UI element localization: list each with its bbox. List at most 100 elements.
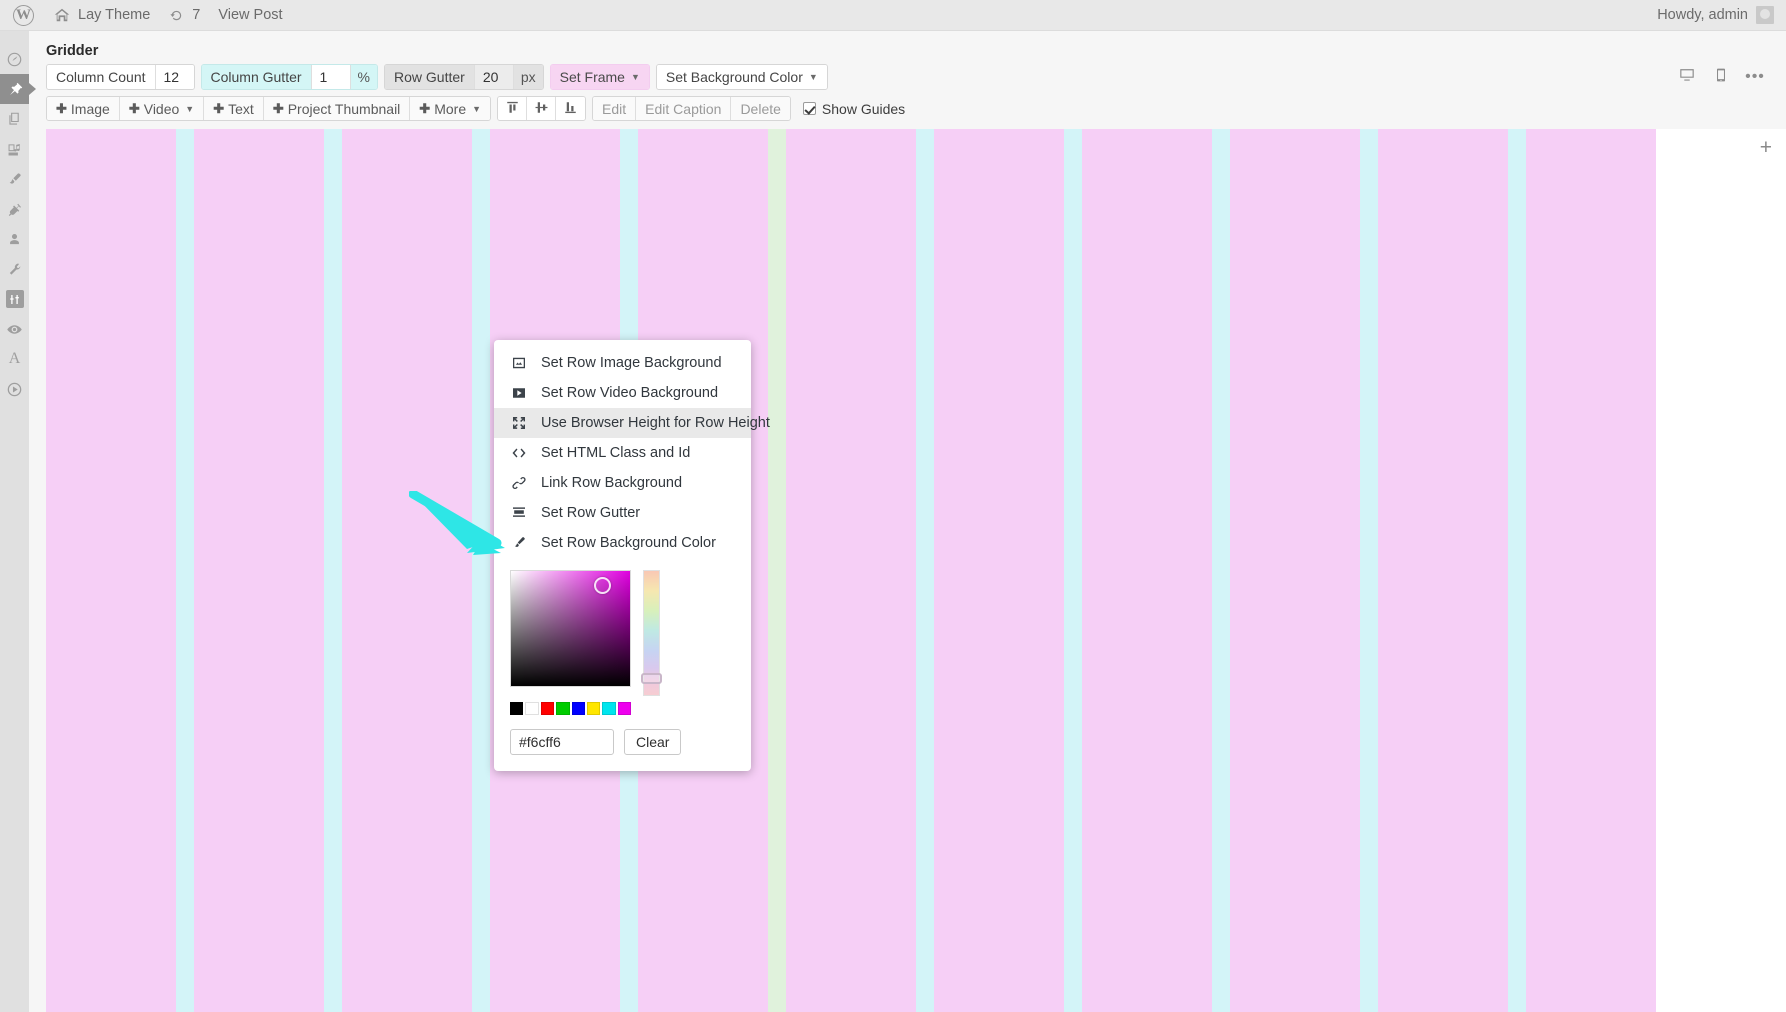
menu-item-label: Set HTML Class and Id: [541, 445, 691, 461]
column-gutter-input[interactable]: [311, 65, 350, 89]
view-post-link[interactable]: View Post: [209, 0, 291, 31]
sidebar-item-dashboard[interactable]: [0, 44, 29, 74]
add-image-button[interactable]: ✚ Image: [47, 97, 120, 120]
set-frame-button[interactable]: Set Frame ▼: [550, 65, 649, 89]
grid-gutter: [176, 129, 194, 1012]
row-gutter-field[interactable]: [474, 65, 514, 89]
site-name-link[interactable]: Lay Theme: [44, 0, 159, 31]
sidebar-item-media-player[interactable]: [0, 374, 29, 404]
show-guides-toggle[interactable]: Show Guides: [802, 96, 906, 121]
sidebar-item-users[interactable]: [0, 224, 29, 254]
grid-column: [194, 129, 324, 1012]
swatch-magenta[interactable]: [617, 702, 631, 715]
show-guides-checkbox[interactable]: [802, 102, 816, 115]
grid-gutter: [916, 129, 934, 1012]
swatch-blue[interactable]: [571, 702, 585, 715]
column-count-input[interactable]: [155, 65, 194, 89]
ellipsis-icon: •••: [1745, 68, 1765, 85]
align-bottom-button[interactable]: [556, 97, 586, 120]
add-more-button[interactable]: ✚ More ▼: [410, 97, 491, 120]
column-gutter-field[interactable]: [311, 65, 351, 89]
code-icon: [510, 445, 527, 462]
grid-gutter: [1064, 129, 1082, 1012]
add-video-button[interactable]: ✚ Video ▼: [119, 97, 205, 120]
account-menu[interactable]: Howdy, admin: [1657, 6, 1786, 24]
menu-item-set-html-class-and-id[interactable]: Set HTML Class and Id: [494, 438, 751, 468]
swatch-cyan[interactable]: [602, 702, 616, 715]
row-gutter-input[interactable]: [474, 65, 513, 89]
user-icon: [6, 231, 23, 248]
brush-icon: [6, 171, 23, 188]
menu-item-label: Set Row Image Background: [541, 355, 722, 371]
expand-icon: [510, 415, 527, 432]
add-text-button[interactable]: ✚ Text: [204, 97, 264, 120]
grid-canvas[interactable]: +: [46, 129, 1786, 1012]
swatch-white[interactable]: [525, 702, 539, 715]
sidebar-item-appearance[interactable]: [0, 164, 29, 194]
desktop-preview-button[interactable]: [1670, 64, 1704, 90]
chevron-down-icon: ▼: [472, 103, 482, 114]
menu-item-link-row-background[interactable]: Link Row Background: [494, 468, 751, 498]
sidebar-item-tools[interactable]: [0, 254, 29, 284]
image-icon: [510, 355, 527, 372]
chevron-down-icon: ▼: [630, 72, 640, 82]
row-context-menu: Set Row Image Background Set Row Video B…: [494, 340, 770, 771]
edit-button[interactable]: Edit: [593, 97, 637, 120]
sidebar-item-settings[interactable]: [0, 284, 29, 314]
swatch-red[interactable]: [540, 702, 555, 715]
set-frame-group[interactable]: Set Frame ▼: [549, 64, 650, 90]
sidebar-item-plugins[interactable]: [0, 194, 29, 224]
menu-item-label: Link Row Background: [541, 475, 683, 491]
menu-item-set-row-gutter[interactable]: Set Row Gutter: [494, 498, 751, 528]
admin-bar: W Lay Theme 7 View Post Howdy, admin: [0, 0, 1786, 31]
sidebar-item-typography[interactable]: A: [0, 344, 29, 374]
mobile-preview-button[interactable]: [1704, 64, 1738, 90]
column-gutter-label: Column Gutter: [201, 65, 312, 89]
menu-item-set-row-background-color[interactable]: Set Row Background Color: [494, 528, 751, 558]
swatch-yellow[interactable]: [586, 702, 601, 715]
add-image-label: Image: [70, 100, 110, 117]
plus-icon: ✚: [56, 100, 67, 116]
swatch-green[interactable]: [556, 702, 570, 715]
swatch-black[interactable]: [510, 702, 524, 715]
menu-item-label: Set Row Gutter: [541, 505, 641, 521]
delete-button[interactable]: Delete: [731, 97, 790, 120]
more-options-button[interactable]: •••: [1738, 64, 1772, 90]
set-frame-label: Set Frame: [559, 69, 625, 85]
add-project-thumbnail-label: Project Thumbnail: [287, 100, 401, 117]
edit-caption-button[interactable]: Edit Caption: [636, 97, 732, 120]
menu-item-set-row-image-background[interactable]: Set Row Image Background: [494, 348, 751, 378]
revisions-button[interactable]: 7: [159, 0, 209, 31]
menu-item-use-browser-height-for-row-height[interactable]: Use Browser Height for Row Height: [494, 408, 770, 438]
plus-icon: ✚: [128, 100, 140, 116]
clear-color-button[interactable]: Clear: [624, 729, 682, 755]
set-background-color-button[interactable]: Set Background Color ▼: [656, 65, 827, 89]
hex-color-input[interactable]: [510, 729, 614, 755]
grid-gutter: [1360, 129, 1378, 1012]
sidebar-item-preview[interactable]: [0, 314, 29, 344]
sidebar-item-media[interactable]: [0, 134, 29, 164]
eye-icon: [6, 321, 23, 338]
add-row-button[interactable]: +: [1760, 137, 1772, 158]
dashboard-icon: [6, 51, 23, 68]
menu-item-label: Use Browser Height for Row Height: [541, 415, 770, 431]
sidebar-item-pages[interactable]: [0, 104, 29, 134]
mobile-icon: [1713, 67, 1729, 88]
saturation-value-handle[interactable]: [594, 577, 611, 594]
hue-slider-handle[interactable]: [641, 673, 662, 684]
set-background-color-group[interactable]: Set Background Color ▼: [655, 64, 828, 90]
revisions-icon: [168, 7, 185, 24]
column-gutter-unit: %: [350, 65, 377, 89]
wordpress-logo-button[interactable]: W: [0, 0, 44, 31]
column-count-field[interactable]: [155, 65, 194, 89]
menu-item-set-row-video-background[interactable]: Set Row Video Background: [494, 378, 751, 408]
show-guides-label: Show Guides: [821, 100, 906, 117]
align-middle-button[interactable]: [527, 97, 557, 120]
add-project-thumbnail-button[interactable]: ✚ Project Thumbnail: [263, 97, 411, 120]
hue-slider[interactable]: [641, 570, 662, 696]
saturation-value-area[interactable]: [510, 570, 631, 687]
align-top-button[interactable]: [498, 97, 528, 120]
device-preview-controls: •••: [1670, 64, 1772, 90]
add-more-label: More: [434, 100, 467, 117]
sidebar-item-posts[interactable]: [0, 74, 36, 104]
